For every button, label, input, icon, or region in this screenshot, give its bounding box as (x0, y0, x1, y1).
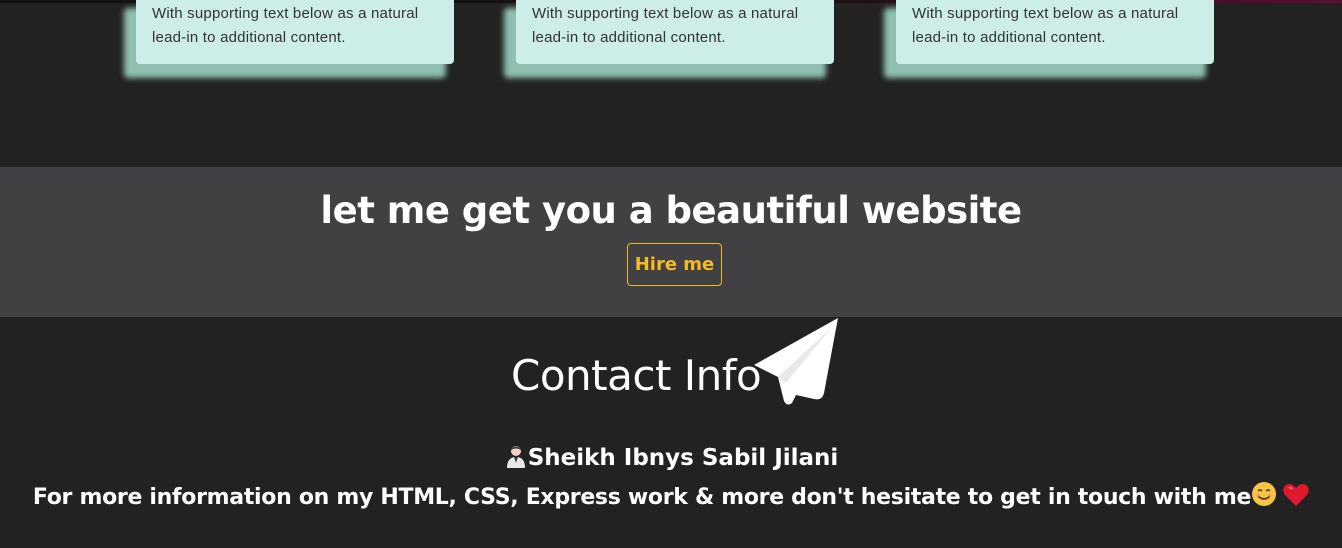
cards-section: With supporting text below as a natural … (0, 0, 1342, 165)
card: With supporting text below as a natural … (124, 0, 466, 80)
card: With supporting text below as a natural … (884, 0, 1226, 80)
contact-name-text: Sheikh Ibnys Sabil Jilani (527, 445, 839, 471)
card-text: With supporting text below as a natural … (532, 5, 799, 46)
card-body: With supporting text below as a natural … (896, 0, 1214, 64)
person-icon (506, 446, 525, 468)
hire-section: let me get you a beautiful website Hire … (0, 167, 1342, 317)
hire-me-button[interactable]: Hire me (627, 243, 722, 286)
smile-icon (1252, 482, 1277, 506)
heart-icon (1283, 484, 1309, 506)
card-text: With supporting text below as a natural … (152, 5, 419, 46)
contact-name: Sheikh Ibnys Sabil Jilani (0, 444, 1342, 471)
contact-info: For more information on my HTML, CSS, Ex… (0, 481, 1342, 510)
card: With supporting text below as a natural … (504, 0, 846, 80)
contact-section: Contact Info Sheikh Ibnys Sabil Jilani F… (0, 317, 1342, 548)
contact-title: Contact Info (511, 351, 762, 400)
card-text: With supporting text below as a natural … (912, 5, 1179, 46)
hire-headline: let me get you a beautiful website (320, 189, 1022, 232)
paper-plane-icon (754, 318, 838, 405)
contact-info-text: For more information on my HTML, CSS, Ex… (32, 485, 1252, 510)
card-body: With supporting text below as a natural … (516, 0, 834, 64)
card-body: With supporting text below as a natural … (136, 0, 454, 64)
